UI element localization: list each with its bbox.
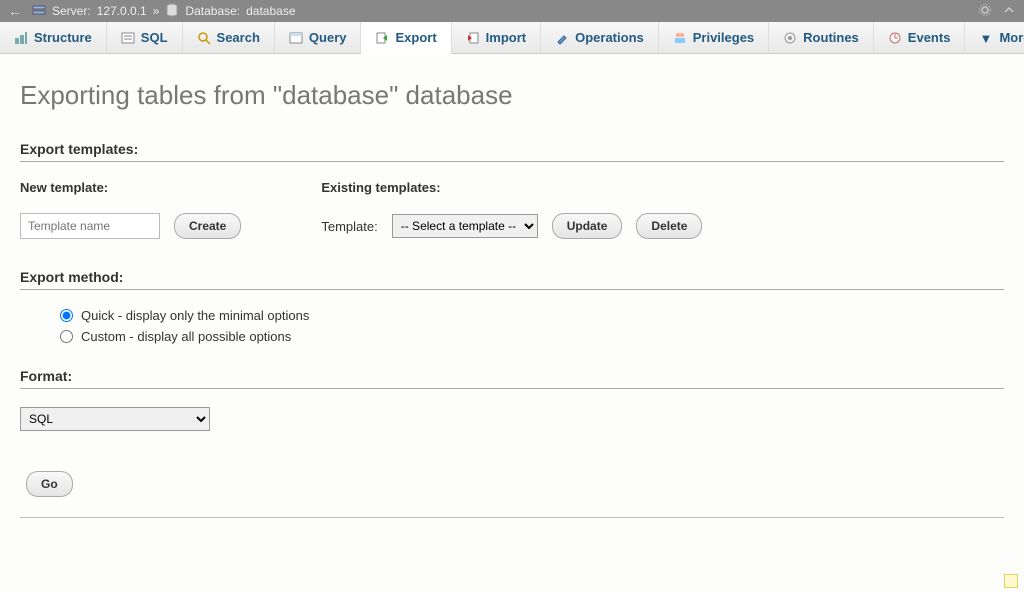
update-button[interactable]: Update [552,213,623,239]
db-label: Database: [185,4,240,18]
tab-label: Import [486,30,526,45]
template-name-input[interactable] [20,213,160,239]
tab-label: Operations [575,30,644,45]
tab-label: Routines [803,30,859,45]
tab-import[interactable]: Import [452,22,541,53]
format-select[interactable]: SQL [20,407,210,431]
template-select-label: Template: [321,219,377,234]
divider [20,517,1004,518]
radio-quick-input[interactable] [60,309,73,322]
back-arrow-icon[interactable]: ← [8,3,22,19]
tab-label: Privileges [693,30,754,45]
tab-structure[interactable]: Structure [0,22,107,53]
sql-icon [121,31,135,45]
breadcrumb-bar: ← Server: 127.0.0.1 » Database: database [0,0,1024,22]
create-button[interactable]: Create [174,213,241,239]
tab-events[interactable]: Events [874,22,966,53]
export-method-heading: Export method: [20,269,1004,290]
radio-quick[interactable]: Quick - display only the minimal options [60,308,1004,323]
tab-label: Query [309,30,347,45]
format-heading: Format: [20,368,1004,389]
radio-quick-label: Quick - display only the minimal options [81,308,309,323]
database-icon [165,3,179,20]
tab-operations[interactable]: Operations [541,22,659,53]
search-icon [197,31,211,45]
page-title: Exporting tables from "database" databas… [20,80,1004,111]
tab-label: More [999,30,1024,45]
tabs-bar: Structure SQL Search Query Export Import… [0,22,1024,54]
tab-query[interactable]: Query [275,22,362,53]
tab-routines[interactable]: Routines [769,22,874,53]
privileges-icon [673,31,687,45]
tab-more[interactable]: ▼ More [965,22,1024,53]
corner-note-icon[interactable] [1004,574,1018,588]
more-icon: ▼ [979,31,993,45]
collapse-icon[interactable] [1002,3,1016,20]
tab-sql[interactable]: SQL [107,22,183,53]
existing-templates-heading: Existing templates: [321,180,702,195]
operations-icon [555,31,569,45]
tab-label: Export [395,30,436,45]
tab-label: Structure [34,30,92,45]
server-label: Server: [52,4,91,18]
export-icon [375,31,389,45]
structure-icon [14,31,28,45]
tab-label: Events [908,30,951,45]
delete-button[interactable]: Delete [636,213,702,239]
routines-icon [783,31,797,45]
go-button[interactable]: Go [26,471,73,497]
tab-label: SQL [141,30,168,45]
tab-privileges[interactable]: Privileges [659,22,769,53]
breadcrumb-sep: » [153,4,160,18]
gear-icon[interactable] [978,3,992,20]
tab-export[interactable]: Export [361,22,451,54]
tab-search[interactable]: Search [183,22,275,53]
radio-custom-input[interactable] [60,330,73,343]
events-icon [888,31,902,45]
radio-custom[interactable]: Custom - display all possible options [60,329,1004,344]
server-icon [32,3,46,20]
db-value[interactable]: database [246,4,295,18]
export-templates-heading: Export templates: [20,141,1004,162]
tab-label: Search [217,30,260,45]
server-value[interactable]: 127.0.0.1 [97,4,147,18]
new-template-heading: New template: [20,180,241,195]
template-select[interactable]: -- Select a template -- [392,214,538,238]
radio-custom-label: Custom - display all possible options [81,329,291,344]
import-icon [466,31,480,45]
query-icon [289,31,303,45]
